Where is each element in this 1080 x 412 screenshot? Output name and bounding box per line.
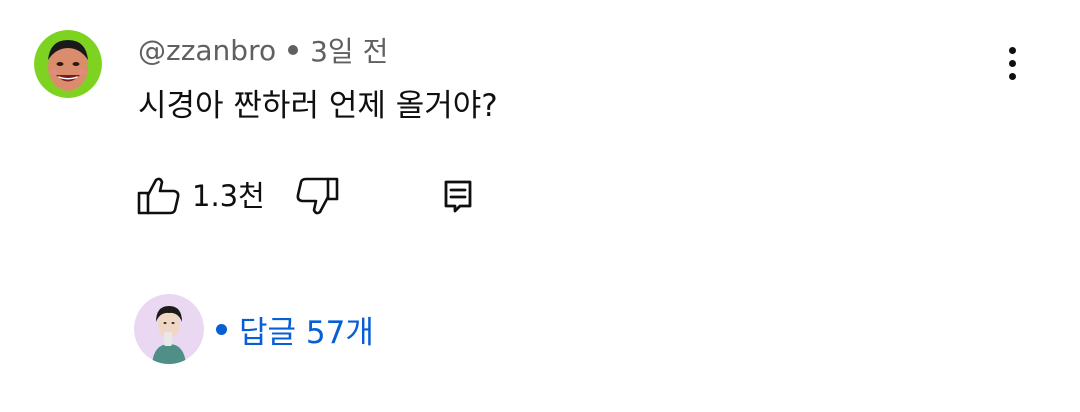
- kebab-dot: [1008, 72, 1016, 80]
- commenter-avatar[interactable]: [34, 30, 102, 98]
- dislike-button[interactable]: [294, 174, 340, 218]
- replies-count-label[interactable]: 답글 57개: [239, 307, 374, 352]
- reply-author-avatar: [134, 294, 204, 364]
- thumbs-up-icon: [137, 177, 180, 215]
- commenter-handle[interactable]: @zzanbro: [138, 34, 276, 67]
- more-vertical-icon[interactable]: [994, 40, 1030, 86]
- comment-icon: [444, 180, 472, 213]
- separator-dot: [288, 45, 299, 55]
- comment-action-bar: 1.3천: [136, 174, 496, 218]
- thumbs-down-icon: [296, 177, 339, 215]
- new-reply-dot: [216, 323, 227, 335]
- comment-timestamp[interactable]: 3일 전: [310, 30, 388, 70]
- like-count: 1.3천: [192, 179, 265, 213]
- comment-header: @zzanbro 3일 전: [138, 30, 388, 70]
- like-button[interactable]: [136, 174, 182, 218]
- kebab-dot: [1008, 59, 1016, 67]
- comment-text: 시경아 짠하러 언제 올거야?: [138, 88, 498, 124]
- kebab-dot: [1008, 46, 1016, 54]
- replies-toggle[interactable]: 답글 57개: [134, 294, 374, 364]
- reply-button[interactable]: [438, 176, 478, 216]
